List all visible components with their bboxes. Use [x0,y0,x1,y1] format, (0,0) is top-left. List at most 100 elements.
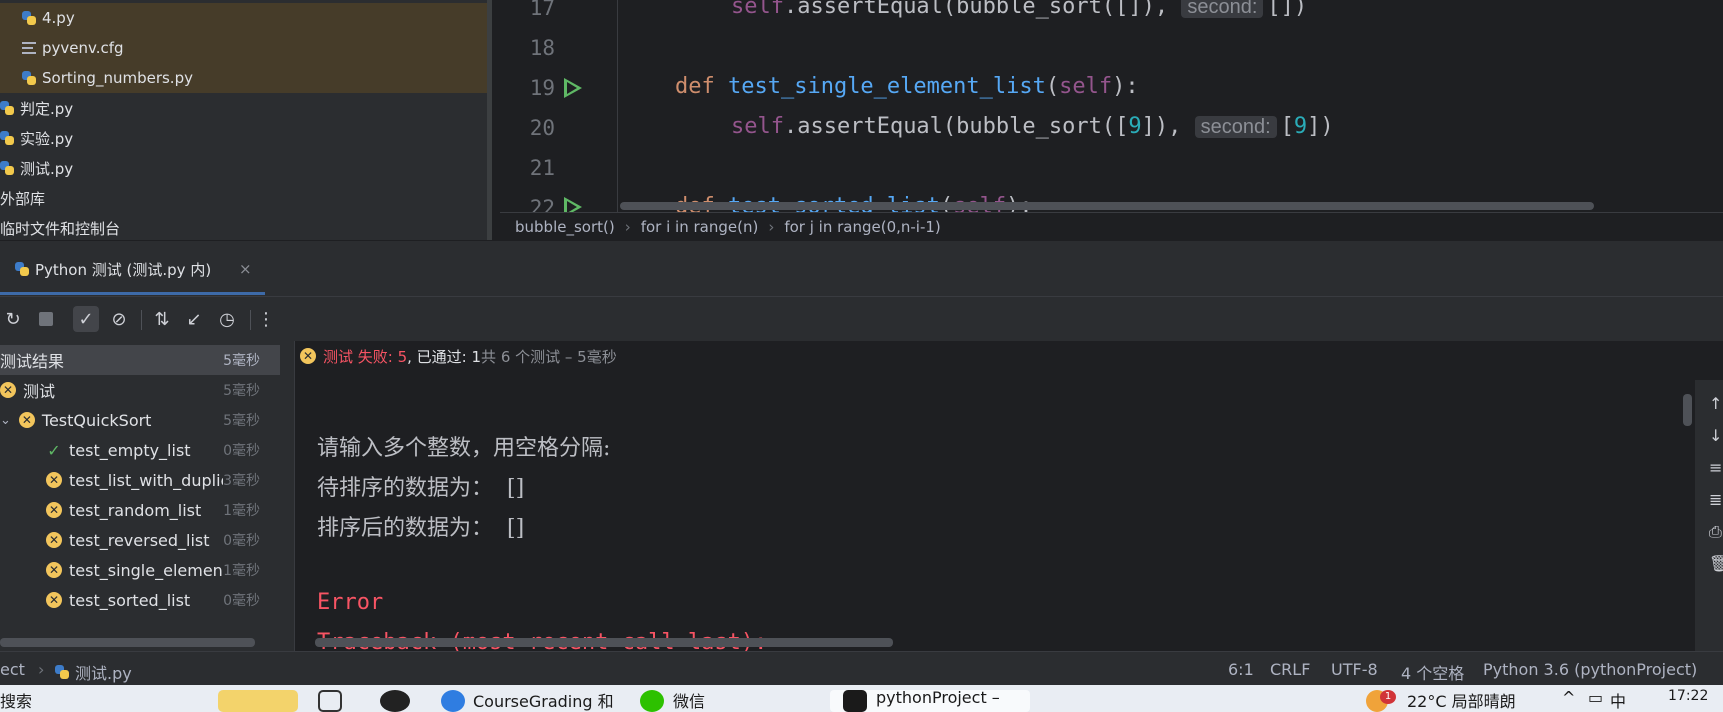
cursor-position[interactable]: 6:1 [1228,660,1254,679]
test-duration: 5毫秒 [223,353,260,369]
print-icon[interactable]: ⎙ [1709,522,1722,542]
python-test-icon [15,262,29,276]
tree-item-sorting-numbers[interactable]: Sorting_numbers.py [0,63,487,93]
browser-icon[interactable] [441,690,465,712]
scroll-up-icon[interactable]: ↑ [1709,394,1722,413]
python-file-icon [55,665,69,679]
taskbar-app-coursegrading[interactable]: CourseGrading 和 [473,688,614,712]
tree-item-panding[interactable]: 判定.py [0,93,73,123]
status-project[interactable]: ect [0,660,25,679]
test-duration: 0毫秒 [223,593,260,609]
tree-item-shiyan[interactable]: 实验.py [0,123,73,153]
line-number: 19 [529,76,555,100]
tree-item-external-libs[interactable]: 外部库 [0,183,45,213]
line-number: 21 [529,156,555,180]
breadcrumb-item[interactable]: for j in range(0,n-i-1) [784,218,940,236]
stop-icon[interactable] [33,306,59,332]
breadcrumb-item[interactable]: bubble_sort() [515,218,615,236]
failed-icon: ✕ [46,532,62,548]
show-ignored-icon[interactable]: ⊘ [106,306,132,332]
tree-item-ceshi[interactable]: 测试.py [0,153,73,183]
indent-setting[interactable]: 4 个空格 [1401,660,1464,684]
clock[interactable]: 17:22 [1668,688,1708,704]
test-class-row[interactable]: ⌄ ✕ TestQuickSort 5毫秒 [0,405,280,435]
test-row[interactable]: ✕ test_reversed_list 0毫秒 [46,525,280,555]
test-row[interactable]: ✓ test_empty_list 0毫秒 [46,435,280,465]
test-row[interactable]: ✕ test_random_list 1毫秒 [46,495,280,525]
run-test-icon[interactable] [564,78,582,98]
chevron-right-icon: › [624,218,631,236]
test-label: test_reversed_list [69,530,210,550]
console-vertical-scrollbar[interactable] [1683,394,1692,426]
sort-icon[interactable]: ⇅ [149,306,175,332]
tree-item-label: Sorting_numbers.py [42,69,193,87]
more-options-icon[interactable]: ⋮ [253,306,279,332]
run-tab[interactable]: Python 测试 (测试.py 内) [15,256,211,282]
file-encoding[interactable]: UTF-8 [1331,660,1378,679]
weather-text[interactable]: 22°C 局部晴朗 [1407,688,1516,712]
input-method[interactable]: 中 [1610,688,1626,712]
python-interpreter[interactable]: Python 3.6 (pythonProject) [1483,660,1697,679]
scroll-to-end-icon[interactable]: ≣ [1709,490,1722,509]
tree-item-label: 判定.py [20,99,74,118]
tree-item-label: 外部库 [0,189,46,208]
line-number: 18 [529,36,555,60]
taskbar-app-wechat[interactable]: 微信 [673,688,705,712]
failed-icon: ✕ [46,502,62,518]
test-duration: 5毫秒 [223,413,260,429]
breadcrumb-item[interactable]: for i in range(n) [641,218,759,236]
line-number: 17 [529,0,555,20]
run-tab-label: Python 测试 (测试.py 内) [35,260,212,279]
task-view-icon[interactable] [318,690,342,712]
test-label: test_list_with_duplica [69,470,240,490]
show-passed-icon[interactable]: ✓ [73,306,99,332]
status-file[interactable]: 测试.py [55,660,132,684]
test-duration: 0毫秒 [223,443,260,459]
line-separator[interactable]: CRLF [1270,660,1310,679]
code-editor[interactable]: 17 18 19 20 21 22 self.assertEqual(bubbl… [500,0,1723,212]
tree-item-label: pyvenv.cfg [42,39,124,57]
code-line-17: self.assertEqual(bubble_sort([]), second… [731,0,1307,19]
test-label: 测试结果 [0,352,65,371]
test-results-root[interactable]: 测试结果 5毫秒 [0,345,280,375]
failed-icon: ✕ [300,348,316,364]
test-label: TestQuickSort [41,410,152,430]
code-line-20: self.assertEqual(bubble_sort([9]), secon… [731,114,1334,139]
trash-icon[interactable]: 🗑 [1709,554,1723,573]
tree-item-label: 实验.py [20,129,74,148]
test-duration: 5毫秒 [223,383,260,399]
test-row[interactable]: ✕ test_single_element_li 1毫秒 [46,555,280,585]
test-suite-row[interactable]: ✕ 测试 5毫秒 [0,375,280,405]
console-line: 请输入多个整数，用空格分隔: [317,436,611,461]
scroll-down-icon[interactable]: ↓ [1709,426,1722,445]
test-duration: 3毫秒 [223,470,260,490]
console-output[interactable]: 请输入多个整数，用空格分隔: 待排序的数据为： [] 排序后的数据为： [] E… [295,380,1690,651]
tree-item-pyvenv-cfg[interactable]: pyvenv.cfg [0,33,487,63]
wechat-icon[interactable] [640,690,664,712]
chevron-down-icon[interactable]: ⌄ [0,413,11,428]
test-row[interactable]: ✕ test_list_with_duplica 3毫秒 [46,465,280,495]
test-tree-scrollbar[interactable] [0,638,255,647]
taskbar-app-pycharm[interactable]: pythonProject – [876,688,1000,707]
app-icon[interactable] [380,690,410,712]
soft-wrap-icon[interactable]: ≡ [1709,458,1722,477]
pycharm-icon[interactable] [843,690,867,712]
test-label: test_sorted_list [69,590,191,610]
tree-item-label: 4.py [42,9,75,27]
close-icon[interactable]: × [239,260,252,278]
console-horizontal-scrollbar[interactable] [315,638,893,647]
collapse-icon[interactable]: ↙ [181,306,207,332]
breadcrumb: bubble_sort() › for i in range(n) › for … [500,213,1723,241]
editor-horizontal-scrollbar[interactable] [620,202,1594,210]
tree-scrollbar[interactable] [487,0,492,240]
network-icon[interactable]: ▭ [1588,688,1603,707]
history-icon[interactable]: ◷ [214,306,240,332]
rerun-icon[interactable]: ↻ [0,306,26,332]
test-row[interactable]: ✕ test_sorted_list 0毫秒 [46,585,280,615]
chevron-up-icon[interactable]: ^ [1562,688,1575,707]
tree-item-scratches[interactable]: 临时文件和控制台 [0,213,120,240]
test-summary: ✕ 测试 失败: 5 , 已通过: 1 共 6 个测试 – 5毫秒 [300,344,617,368]
taskbar-search[interactable]: 搜索 [0,688,32,712]
run-test-icon[interactable] [564,197,582,212]
tree-item-4-py[interactable]: 4.py [0,3,487,33]
